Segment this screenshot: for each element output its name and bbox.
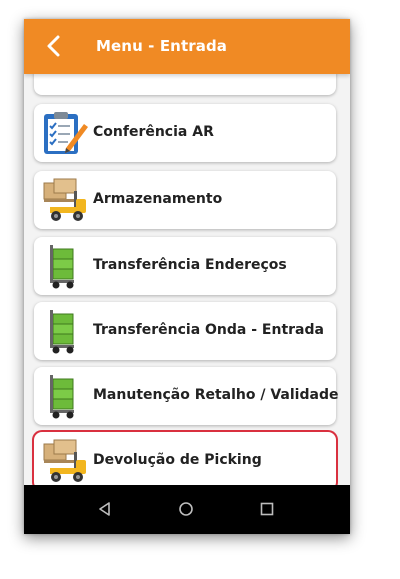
menu-item-transferencia-onda-entrada[interactable]: Transferência Onda - Entrada: [34, 302, 336, 360]
menu-item-label: Manutenção Retalho / Validade: [93, 387, 339, 403]
menu-item-armazenamento[interactable]: Armazenamento: [34, 171, 336, 229]
nav-back-button[interactable]: [94, 498, 116, 520]
menu-item-label: Transferência Onda - Entrada: [93, 322, 324, 338]
menu-list[interactable]: Conferência AR Armazenamento Transferênc…: [24, 74, 350, 485]
menu-item-partial[interactable]: [34, 74, 336, 95]
page-title: Menu - Entrada: [96, 37, 228, 55]
clipboard-checklist-icon: [44, 112, 88, 154]
menu-item-manutencao-retalho-validade[interactable]: Manutenção Retalho / Validade: [34, 367, 339, 425]
system-navigation-bar: [24, 485, 350, 534]
forklift-boxes-icon: [43, 439, 86, 482]
nav-home-button[interactable]: [175, 498, 197, 520]
back-triangle-icon: [99, 502, 110, 516]
home-circle-icon: [179, 502, 193, 516]
menu-item-devolucao-de-picking[interactable]: Devolução de Picking: [34, 432, 336, 485]
menu-item-label: Armazenamento: [93, 191, 223, 207]
menu-item-label: Transferência Endereços: [93, 257, 287, 273]
menu-item-transferencia-enderecos[interactable]: Transferência Endereços: [34, 237, 336, 295]
menu-item-label: Devolução de Picking: [93, 452, 262, 468]
nav-recents-button[interactable]: [256, 498, 278, 520]
hand-truck-icon: [50, 375, 74, 419]
menu-item-label: Conferência AR: [93, 124, 214, 140]
hand-truck-icon: [50, 310, 74, 354]
chevron-left-icon: [47, 35, 60, 57]
recents-square-icon: [260, 502, 274, 516]
phone-screen: Menu - Entrada Conferência AR Armazename…: [24, 19, 350, 534]
back-button[interactable]: [42, 33, 68, 59]
forklift-boxes-icon: [43, 178, 86, 221]
menu-item-conferencia-ar[interactable]: Conferência AR: [34, 104, 336, 162]
hand-truck-icon: [50, 245, 74, 289]
app-bar: Menu - Entrada: [24, 19, 350, 74]
